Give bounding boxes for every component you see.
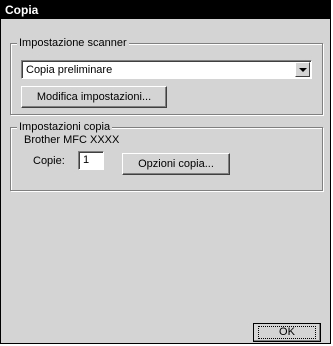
device-name: Brother MFC XXXX bbox=[24, 134, 120, 146]
ok-button-label: OK bbox=[258, 326, 316, 339]
scanner-settings-group: Impostazione scanner Copia preliminare M… bbox=[10, 36, 323, 115]
copies-label: Copie: bbox=[33, 155, 65, 167]
copy-settings-group: Impostazioni copia Brother MFC XXXX Copi… bbox=[10, 120, 323, 191]
scanner-preset-dropdown[interactable]: Copia preliminare bbox=[21, 60, 312, 79]
scanner-preset-value: Copia preliminare bbox=[26, 64, 113, 76]
copy-settings-label: Impostazioni copia bbox=[17, 120, 113, 134]
copies-input[interactable]: 1 bbox=[78, 151, 104, 170]
copia-dialog: Copia Impostazione scanner Copia prelimi… bbox=[0, 0, 331, 344]
title-bar: Copia bbox=[1, 1, 330, 19]
copy-options-button[interactable]: Opzioni copia... bbox=[122, 153, 230, 175]
ok-button[interactable]: OK bbox=[253, 323, 321, 342]
modify-settings-button[interactable]: Modifica impostazioni... bbox=[21, 86, 167, 108]
chevron-down-icon[interactable] bbox=[295, 62, 310, 77]
scanner-settings-label: Impostazione scanner bbox=[17, 36, 129, 50]
